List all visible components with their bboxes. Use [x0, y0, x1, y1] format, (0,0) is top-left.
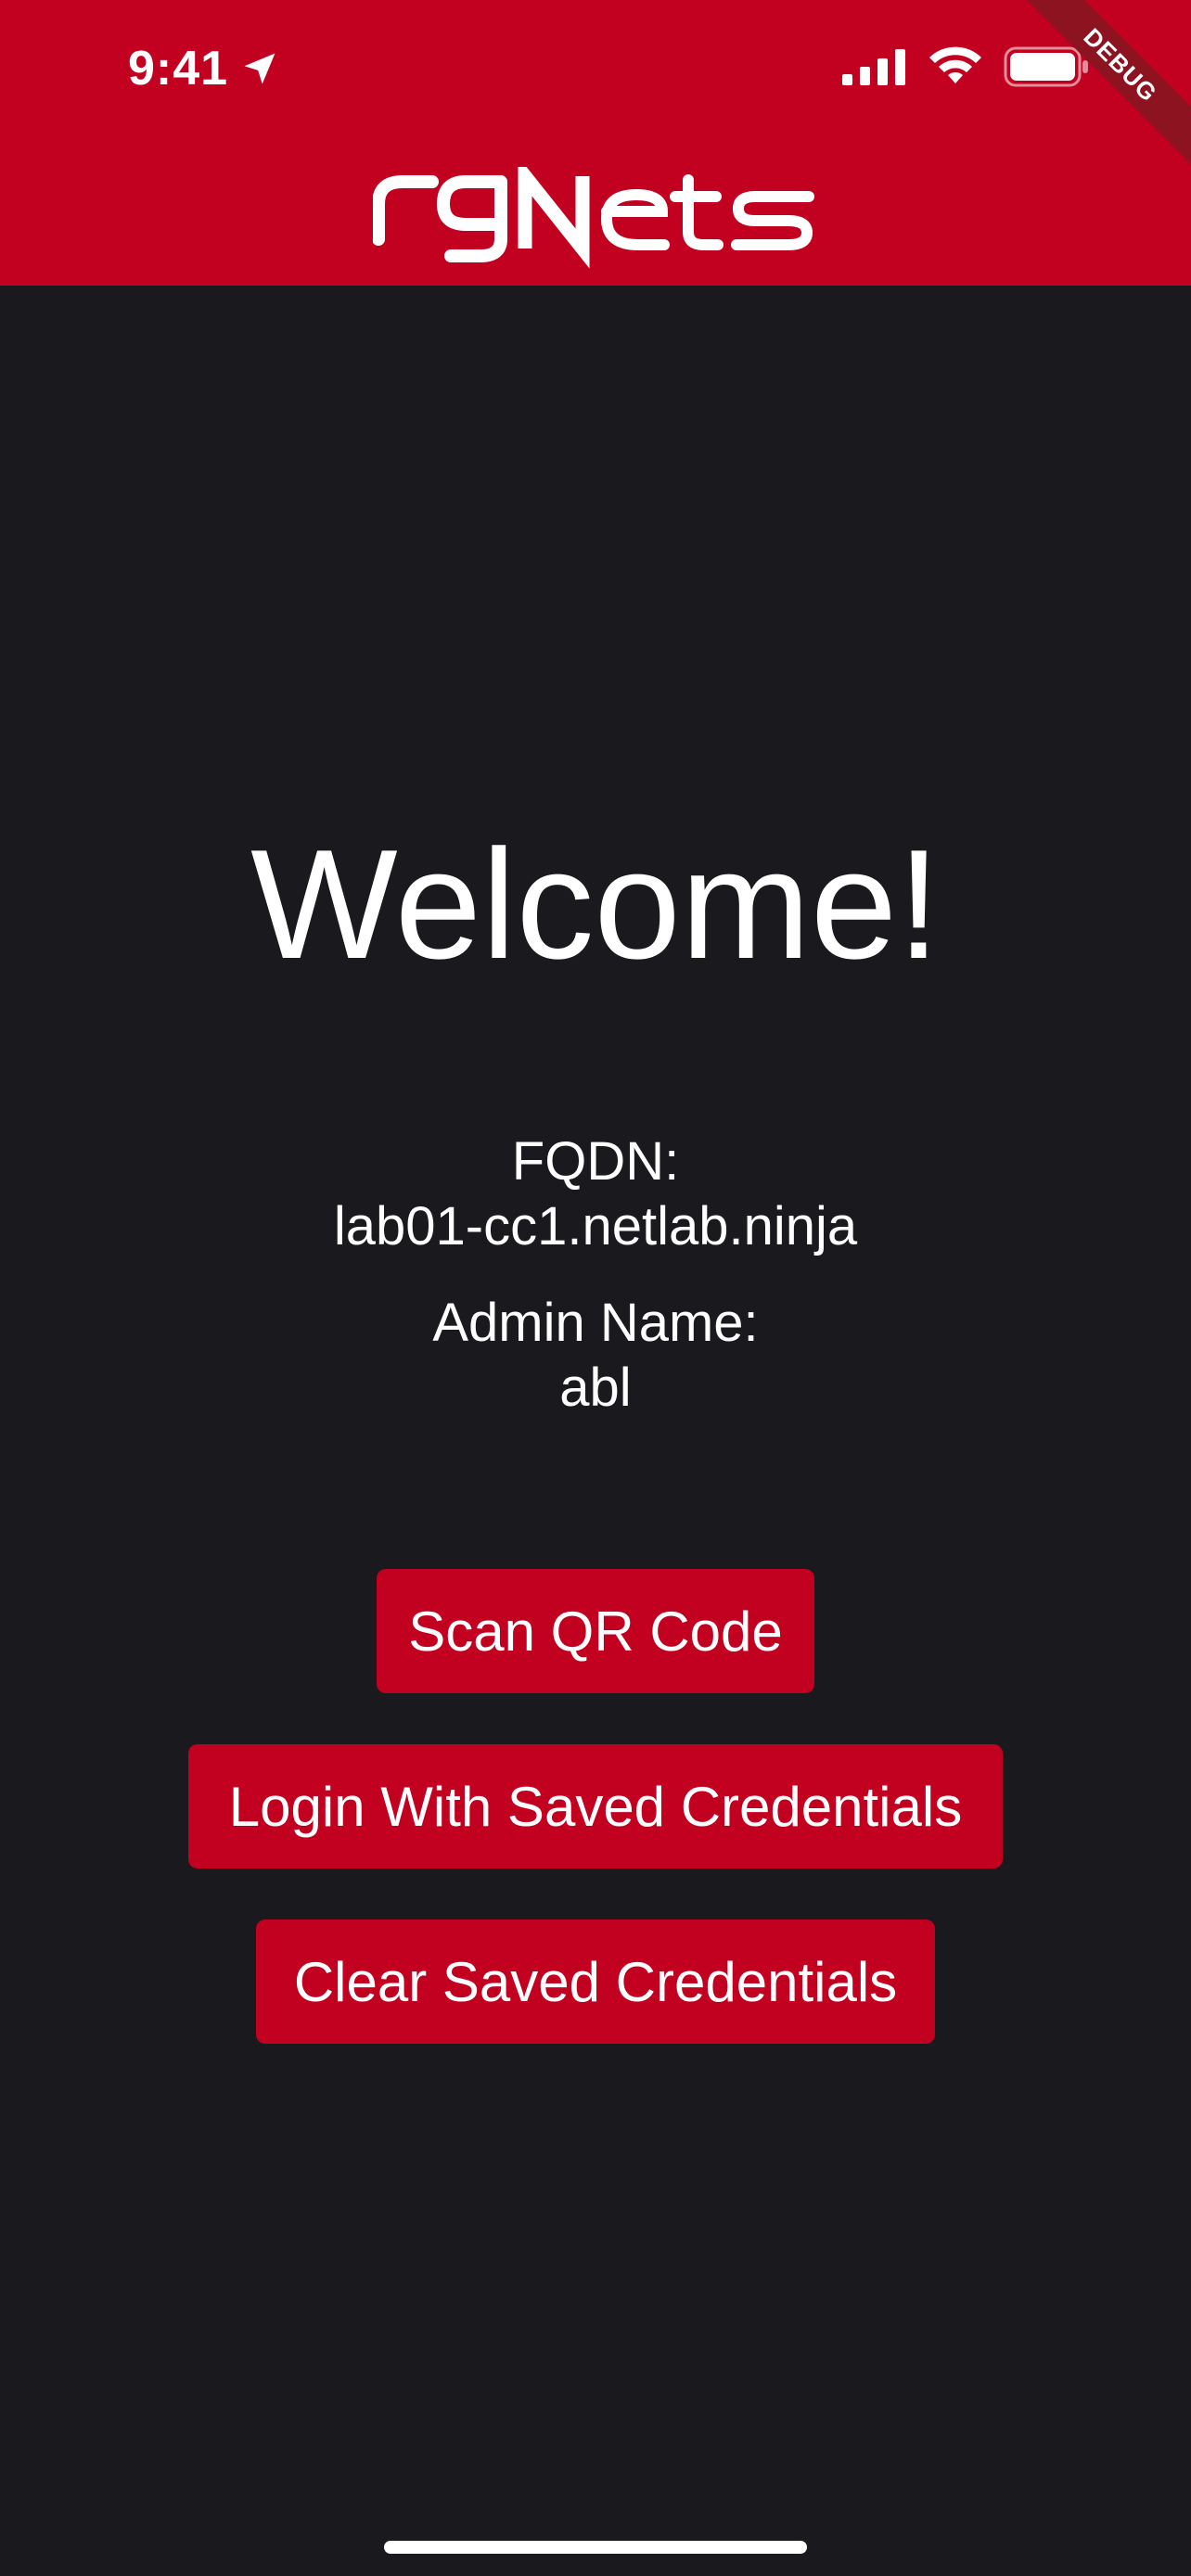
location-arrow-icon — [244, 53, 275, 84]
fqdn-value: lab01-cc1.netlab.ninja — [333, 1196, 858, 1256]
fqdn-block: FQDN: lab01-cc1.netlab.ninja — [0, 1129, 1191, 1259]
admin-name-label: Admin Name: — [432, 1293, 759, 1353]
debug-banner-label: DEBUG — [1014, 0, 1191, 172]
clear-saved-credentials-button[interactable]: Clear Saved Credentials — [256, 1919, 935, 2044]
status-time-text: 9:41 — [128, 42, 229, 96]
debug-banner: DEBUG — [1005, 0, 1191, 185]
fqdn-label: FQDN: — [511, 1131, 680, 1192]
admin-name-value: abl — [559, 1358, 632, 1418]
login-saved-credentials-button[interactable]: Login With Saved Credentials — [188, 1744, 1003, 1868]
wifi-icon — [929, 46, 981, 83]
scan-qr-code-button[interactable]: Scan QR Code — [377, 1569, 814, 1693]
app-screen: 9:41 DEBUG Welcome! FQDN: lab01-cc1.netl… — [0, 0, 1191, 2576]
app-header: 9:41 DEBUG — [0, 0, 1191, 286]
rgnets-logo-mark — [372, 156, 814, 269]
welcome-title: Welcome! — [250, 817, 941, 991]
home-indicator[interactable] — [384, 2541, 807, 2554]
admin-block: Admin Name: abl — [0, 1291, 1191, 1421]
cellular-signal-icon — [842, 49, 905, 85]
status-bar-time: 9:41 — [128, 41, 280, 96]
